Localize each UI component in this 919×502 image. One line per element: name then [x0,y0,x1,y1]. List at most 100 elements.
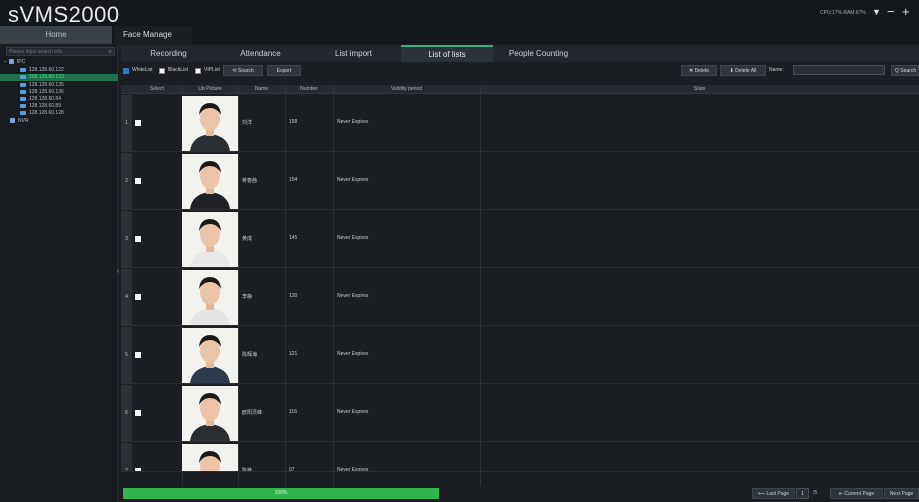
tree-item-nvr[interactable]: NVR [10,118,118,125]
validity-period: Never Expires [337,409,369,415]
delete-button[interactable]: ✕ Delete [681,65,717,76]
person-number: 158 [289,119,298,125]
tab-home[interactable]: Home [0,26,112,44]
row-index: 6 [121,385,132,442]
table-row[interactable]: 5 陈辉海 121 Never Expires [121,327,919,384]
name-label: Name: [769,67,784,73]
viplist-checkbox[interactable] [195,68,201,74]
camera-icon [20,103,26,108]
tab-recording[interactable]: Recording [131,45,206,62]
person-name: 陈峰 [242,468,253,472]
row-select-checkbox[interactable] [135,468,141,471]
face-photo[interactable] [182,386,238,441]
person-portrait-icon [182,154,238,209]
face-photo[interactable] [182,444,238,471]
column-lib-picture: Lib Picture [198,86,222,92]
person-name: 陈辉海 [242,352,258,358]
face-photo[interactable] [182,270,238,325]
row-index: 7 [121,443,132,471]
tree-item-camera-selected[interactable]: 128.128.60.123 [0,74,118,81]
row-index: 2 [121,153,132,210]
tree-item-camera[interactable]: 128.128.60.84 [0,96,118,103]
table-row[interactable]: 1 刘洋 158 Never Expires [121,95,919,152]
device-search-input[interactable]: Please input search info ⌕ [6,47,115,56]
face-photo[interactable] [182,328,238,383]
minimize-icon[interactable]: − [887,4,895,19]
validity-period: Never Expires [337,351,369,357]
page-number-input[interactable]: 1 [796,488,809,499]
row-index: 3 [121,211,132,268]
tab-list-import[interactable]: List import [316,45,391,62]
validity-period: Never Expires [337,177,369,183]
validity-period: Never Expires [337,119,369,125]
table-row[interactable]: 6 欧阳灵峰 116 Never Expires [121,385,919,442]
tree-item-camera[interactable]: 128.128.60.122 [0,67,118,74]
table-row[interactable]: 4 李静 130 Never Expires [121,269,919,326]
title-bar: sVMS2000 CPU:17% RAM:67% ▼ − + Home Face… [0,0,919,44]
viplist-label: VIPList [204,67,220,73]
row-select-checkbox[interactable] [135,120,141,126]
person-number: 130 [289,293,298,299]
person-portrait-icon [182,386,238,441]
whitelist-checkbox[interactable] [123,68,129,74]
camera-icon [20,89,26,94]
table-row[interactable]: 2 蒋春茜 154 Never Expires [121,153,919,210]
row-select-checkbox[interactable] [135,352,141,358]
person-number: 154 [289,177,298,183]
blacklist-checkbox[interactable] [159,68,165,74]
collapse-icon[interactable]: − [4,59,7,65]
search-placeholder: Please input search info [9,49,63,55]
app-title: sVMS2000 [8,2,120,27]
row-select-checkbox[interactable] [135,236,141,242]
row-index: 1 [121,95,132,152]
search-by-name-button[interactable]: Q Search [891,65,919,76]
column-name: Name [254,86,269,92]
person-name: 蒋春茜 [242,178,258,184]
name-input[interactable] [793,65,885,75]
sub-tab-bar: Recording Attendance List import List of… [121,45,919,62]
row-select-checkbox[interactable] [135,178,141,184]
tab-list-of-lists[interactable]: List of lists [401,45,493,62]
folder-icon [10,118,15,124]
arrow-left-icon: ⟵ [757,491,767,497]
person-number: 121 [289,351,298,357]
tree-item-camera[interactable]: 128.128.60.89 [0,103,118,110]
person-name: 李静 [242,294,253,300]
dropdown-arrow-icon[interactable]: ▼ [872,7,881,17]
camera-icon [20,74,26,79]
camera-icon [20,82,26,87]
face-photo[interactable] [182,154,238,209]
sidebar-collapse-icon[interactable]: ‹ [117,268,119,275]
camera-icon [20,96,26,101]
face-photo[interactable] [182,96,238,151]
progress-label: 100% [274,490,288,496]
whitelist-label: WhiteList [132,67,153,73]
person-portrait-icon [182,444,238,471]
delete-all-button[interactable]: ⬇ Delete All [720,65,766,76]
list-toolbar: WhiteList BlackList VIPList ⟲ Search Exp… [121,64,919,78]
tab-people-counting[interactable]: People Counting [496,45,581,62]
validity-period: Never Expires [337,467,369,472]
tree-item-camera[interactable]: 128.128.60.135 [0,82,118,89]
current-page-button[interactable]: ⇤ Current Page [830,488,883,499]
tree-item-ipc[interactable]: − IPC [4,59,118,66]
search-button[interactable]: ⟲ Search [223,65,263,76]
column-state: State [693,86,706,92]
maximize-icon[interactable]: + [902,4,910,19]
search-icon[interactable]: ⌕ [109,48,112,56]
row-index: 5 [121,327,132,384]
tab-attendance[interactable]: Attendance [223,45,298,62]
next-page-button[interactable]: Next Page [884,488,919,499]
tree-item-camera[interactable]: 128.128.60.136 [0,89,118,96]
tree-item-camera[interactable]: 128.128.60.128 [0,110,118,117]
table-row[interactable]: 7 陈峰 07 Never Expires [121,443,919,472]
row-select-checkbox[interactable] [135,410,141,416]
tab-face-manage[interactable]: Face Manage [114,26,192,44]
person-number: 07 [289,467,295,472]
last-page-button[interactable]: ⟵ Last Page [752,488,795,499]
export-button[interactable]: Export [267,65,301,76]
page-total: /5 [813,490,818,496]
row-select-checkbox[interactable] [135,294,141,300]
table-row[interactable]: 3 黄成 145 Never Expires [121,211,919,268]
face-photo[interactable] [182,212,238,267]
